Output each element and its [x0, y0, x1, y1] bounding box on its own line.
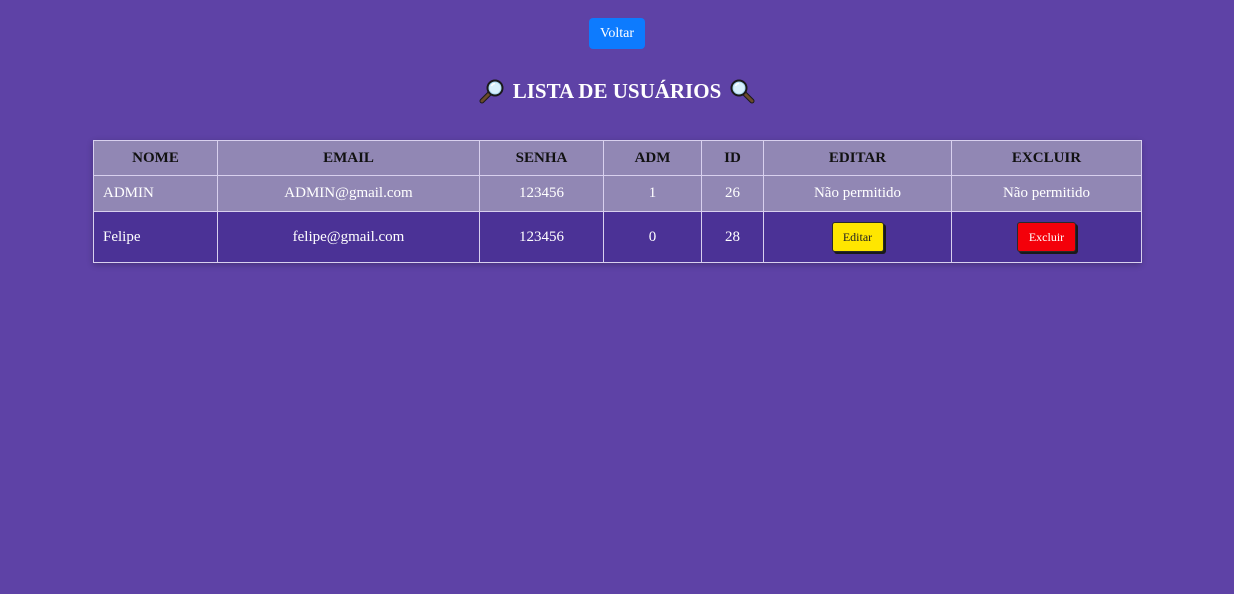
magnifier-right-icon: [730, 79, 755, 104]
cell-email: ADMIN@gmail.com: [217, 175, 480, 212]
column-header-editar: EDITAR: [763, 140, 952, 176]
cell-nome: ADMIN: [93, 175, 218, 212]
cell-adm: 1: [603, 175, 702, 212]
table-header-row: NOME EMAIL SENHA ADM ID EDITAR EXCLUIR: [93, 140, 1142, 176]
users-table-container: NOME EMAIL SENHA ADM ID EDITAR EXCLUIR A…: [93, 140, 1142, 263]
table-row: ADMIN ADMIN@gmail.com 123456 1 26 Não pe…: [93, 175, 1142, 212]
edit-button[interactable]: Editar: [831, 222, 884, 252]
cell-editar: Editar: [763, 211, 952, 263]
column-header-email: EMAIL: [217, 140, 480, 176]
column-header-adm: ADM: [603, 140, 702, 176]
column-header-nome: NOME: [93, 140, 218, 176]
cell-id: 26: [701, 175, 764, 212]
column-header-senha: SENHA: [479, 140, 604, 176]
magnifier-left-icon: [479, 79, 504, 104]
page-title: LISTA DE USUÁRIOS: [0, 74, 1234, 108]
cell-adm: 0: [603, 211, 702, 263]
users-table: NOME EMAIL SENHA ADM ID EDITAR EXCLUIR A…: [93, 140, 1142, 263]
table-row: Felipe felipe@gmail.com 123456 0 28 Edit…: [93, 211, 1142, 263]
column-header-excluir: EXCLUIR: [951, 140, 1142, 176]
cell-senha: 123456: [479, 175, 604, 212]
page-title-text: LISTA DE USUÁRIOS: [512, 79, 722, 103]
cell-senha: 123456: [479, 211, 604, 263]
cell-editar-not-allowed: Não permitido: [763, 175, 952, 212]
cell-email: felipe@gmail.com: [217, 211, 480, 263]
cell-nome: Felipe: [93, 211, 218, 263]
cell-id: 28: [701, 211, 764, 263]
cell-excluir: Excluir: [951, 211, 1142, 263]
page: Voltar LISTA DE USUÁRIOS NOME EMAIL SENH…: [0, 0, 1234, 594]
column-header-id: ID: [701, 140, 764, 176]
cell-excluir-not-allowed: Não permitido: [951, 175, 1142, 212]
delete-button[interactable]: Excluir: [1017, 222, 1076, 252]
back-button[interactable]: Voltar: [589, 18, 645, 49]
